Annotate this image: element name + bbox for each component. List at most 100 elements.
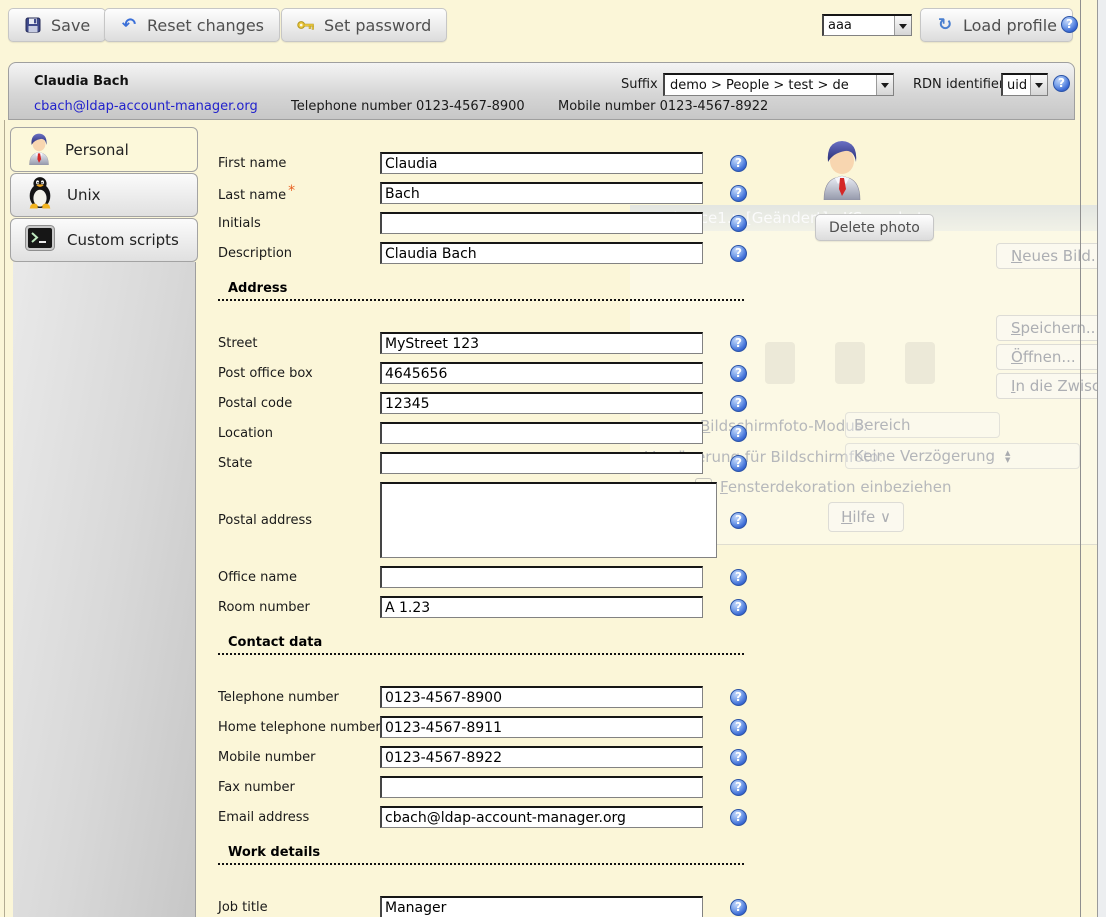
first-name-input[interactable] <box>380 152 703 174</box>
undo-arrow-icon: ↶ <box>120 15 138 35</box>
postal-code-label: Postal code <box>218 396 380 411</box>
postal-address-label: Postal address <box>218 513 380 528</box>
last-name-label: Last name* <box>218 183 380 203</box>
email-address-label: Email address <box>218 810 380 825</box>
help-icon[interactable]: ? <box>730 395 747 412</box>
initials-input[interactable] <box>380 212 703 234</box>
tab-custom-scripts-label: Custom scripts <box>67 231 179 249</box>
ghost-button-in-die-zwischenablage: In die Zwischenablage <box>996 373 1106 399</box>
form-row: Post office box? <box>218 358 788 388</box>
help-icon[interactable]: ? <box>730 512 747 529</box>
dropdown-arrow-icon[interactable] <box>1030 75 1047 95</box>
suffix-select-value: demo > People > test > de <box>665 78 876 93</box>
help-icon[interactable]: ? <box>730 569 747 586</box>
suffix-select[interactable]: demo > People > test > de <box>663 73 894 96</box>
mobile-number-label: Mobile number <box>218 750 380 765</box>
help-icon[interactable]: ? <box>730 185 747 202</box>
tab-personal[interactable]: Personal <box>10 127 198 172</box>
office-name-input[interactable] <box>380 566 703 588</box>
account-mobile: Mobile number 0123-4567-8922 <box>558 99 768 114</box>
telephone-number-input[interactable] <box>380 686 703 708</box>
tab-unix[interactable]: Unix <box>10 173 198 217</box>
section-header-work-details: Work details <box>218 845 744 865</box>
help-icon[interactable]: ? <box>730 335 747 352</box>
section-header-contact-data: Contact data <box>218 635 744 655</box>
tab-personal-label: Personal <box>65 141 129 159</box>
account-header: Claudia Bach cbach@ldap-account-manager.… <box>8 62 1075 120</box>
profile-select-value: aaa <box>824 18 894 33</box>
form-row: Room number? <box>218 592 788 622</box>
help-icon[interactable]: ? <box>730 899 747 916</box>
help-icon[interactable]: ? <box>730 215 747 232</box>
form-row: Description? <box>218 238 788 268</box>
form-row: Telephone number? <box>218 682 788 712</box>
form-row: Postal code? <box>218 388 788 418</box>
personal-form: First name?Last name*?Initials?Descripti… <box>218 120 788 917</box>
help-icon[interactable]: ? <box>730 809 747 826</box>
help-icon[interactable]: ? <box>1053 75 1070 92</box>
location-input[interactable] <box>380 422 703 444</box>
job-title-input[interactable] <box>380 896 703 917</box>
post-office-box-label: Post office box <box>218 366 380 381</box>
location-label: Location <box>218 426 380 441</box>
window-edge-line <box>1097 0 1098 917</box>
rdn-select[interactable]: uid <box>1001 73 1048 96</box>
dropdown-arrow-icon[interactable] <box>894 16 911 35</box>
delete-photo-button[interactable]: Delete photo <box>815 214 934 241</box>
rdn-identifier-label: RDN identifier <box>913 77 1004 92</box>
help-icon[interactable]: ? <box>730 365 747 382</box>
load-profile-button[interactable]: ↻ Load profile <box>920 8 1073 42</box>
save-label: Save <box>51 16 90 35</box>
set-password-button[interactable]: Set password <box>281 8 447 42</box>
form-row: Last name*? <box>218 178 788 208</box>
help-icon[interactable]: ? <box>730 779 747 796</box>
description-label: Description <box>218 246 380 261</box>
state-input[interactable] <box>380 452 703 474</box>
suffix-label: Suffix <box>621 77 658 92</box>
profile-select[interactable]: aaa <box>822 14 912 36</box>
office-name-label: Office name <box>218 570 380 585</box>
telephone-number-label: Telephone number <box>218 690 380 705</box>
postal-code-input[interactable] <box>380 392 703 414</box>
form-row: First name? <box>218 148 788 178</box>
last-name-input[interactable] <box>380 182 703 204</box>
refresh-icon: ↻ <box>936 15 954 35</box>
ghost-thumbnail <box>905 342 935 384</box>
home-telephone-number-input[interactable] <box>380 716 703 738</box>
account-email-link[interactable]: cbach@ldap-account-manager.org <box>34 99 258 114</box>
ghost-button-ffnen: Öffnen... <box>996 344 1106 370</box>
save-button[interactable]: Save <box>8 8 106 42</box>
tab-unix-label: Unix <box>67 186 101 204</box>
help-icon[interactable]: ? <box>730 719 747 736</box>
postal-address-input[interactable] <box>380 482 717 558</box>
window-edge-line <box>1080 0 1081 917</box>
form-row: Job title? <box>218 892 788 917</box>
form-row: Postal address? <box>218 478 788 562</box>
help-icon[interactable]: ? <box>730 599 747 616</box>
reset-changes-button[interactable]: ↶ Reset changes <box>104 8 280 42</box>
help-icon[interactable]: ? <box>730 455 747 472</box>
fax-number-input[interactable] <box>380 776 703 798</box>
help-icon[interactable]: ? <box>730 245 747 262</box>
window-edge-strip <box>1098 0 1106 917</box>
help-icon[interactable]: ? <box>730 155 747 172</box>
mobile-number-input[interactable] <box>380 746 703 768</box>
dropdown-arrow-icon[interactable] <box>876 75 893 95</box>
help-icon[interactable]: ? <box>730 689 747 706</box>
street-input[interactable] <box>380 332 703 354</box>
room-number-input[interactable] <box>380 596 703 618</box>
tab-custom-scripts[interactable]: Custom scripts <box>10 218 198 262</box>
post-office-box-input[interactable] <box>380 362 703 384</box>
rdn-select-value: uid <box>1003 78 1030 93</box>
ghost-thumbnail <box>835 342 865 384</box>
description-input[interactable] <box>380 242 703 264</box>
form-row: Email address? <box>218 802 788 832</box>
help-icon[interactable]: ? <box>730 749 747 766</box>
sidebar-panel <box>13 262 196 917</box>
help-icon[interactable]: ? <box>730 425 747 442</box>
help-icon[interactable]: ? <box>1061 16 1078 33</box>
floppy-disk-icon <box>24 17 42 33</box>
job-title-label: Job title <box>218 900 380 915</box>
email-address-input[interactable] <box>380 806 703 828</box>
first-name-label: First name <box>218 156 380 171</box>
